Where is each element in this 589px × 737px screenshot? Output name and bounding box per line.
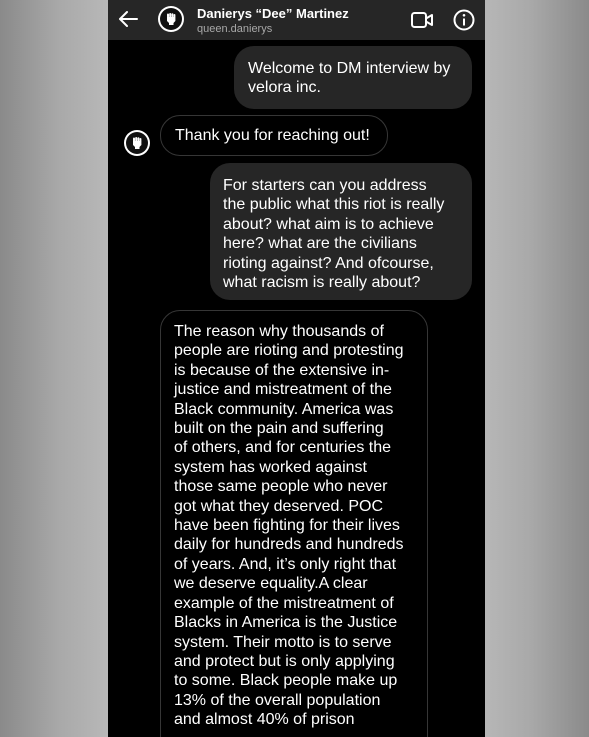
- contact-name[interactable]: Danierys “Dee” Martinez: [197, 6, 349, 21]
- avatar[interactable]: [158, 6, 184, 32]
- contact-handle: queen.danierys: [197, 23, 273, 35]
- dm-screen: Danierys “Dee” Martinez queen.danierys W…: [108, 0, 485, 737]
- sender-avatar[interactable]: [124, 130, 150, 156]
- message-sent[interactable]: Welcome to DM interview by velora inc.: [234, 46, 472, 109]
- raised-fist-icon: [167, 13, 176, 25]
- video-call-icon[interactable]: [410, 9, 434, 31]
- message-received[interactable]: The reason why thousands of people are r…: [160, 310, 428, 737]
- raised-fist-icon: [133, 137, 142, 149]
- message-received[interactable]: Thank you for reaching out!: [160, 115, 388, 157]
- arrow-left-icon[interactable]: [116, 7, 140, 31]
- chat-header: Danierys “Dee” Martinez queen.danierys: [108, 0, 485, 40]
- info-icon[interactable]: [452, 8, 476, 32]
- message-sent[interactable]: For starters can you address the public …: [210, 163, 472, 301]
